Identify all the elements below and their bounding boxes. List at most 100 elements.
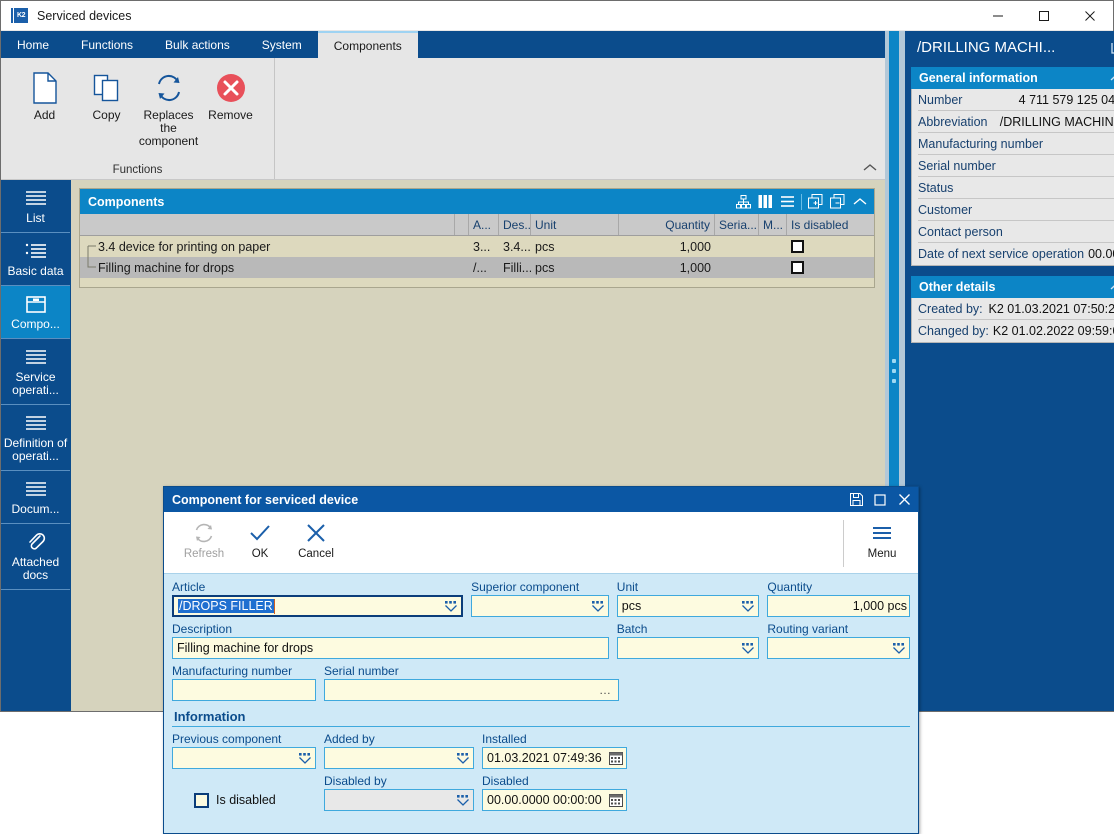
save-icon[interactable] xyxy=(844,488,868,511)
previous-component-field-group: Previous component xyxy=(172,732,316,769)
general-information-header[interactable]: General information xyxy=(911,67,1114,89)
ribbon-tab-home[interactable]: Home xyxy=(1,31,65,58)
grid-col-manufacturing[interactable]: M... xyxy=(759,214,787,235)
nav-item-components[interactable]: Compo... xyxy=(1,286,70,339)
other-details-header[interactable]: Other details xyxy=(911,276,1114,298)
grid-cell-is-disabled[interactable] xyxy=(787,257,857,278)
grid-col-serial[interactable]: Seria... xyxy=(715,214,759,235)
routing-variant-input[interactable] xyxy=(767,637,910,659)
main-region: Home Functions Bulk actions System Compo… xyxy=(1,31,885,711)
grid-col-spacer[interactable] xyxy=(455,214,469,235)
refresh-button-label: Refresh xyxy=(184,548,224,560)
expand-all-icon[interactable] xyxy=(805,191,826,212)
table-row[interactable]: 3.4 device for printing on paper 3... 3.… xyxy=(80,236,874,257)
nav-item-list[interactable]: List xyxy=(1,180,70,233)
grid-col-article[interactable]: A... xyxy=(469,214,499,235)
chevron-down-icon[interactable] xyxy=(443,598,459,614)
tree-branch-icon[interactable] xyxy=(84,236,98,257)
copy-button[interactable]: Copy xyxy=(76,64,138,122)
add-button[interactable]: Add xyxy=(14,64,76,122)
quantity-input[interactable]: 1,000 pcs xyxy=(767,595,910,617)
remove-icon xyxy=(215,70,247,106)
grid-col-is-disabled[interactable]: Is disabled xyxy=(787,214,857,235)
is-disabled-checkbox[interactable] xyxy=(791,240,804,253)
app-logo-text: K2 xyxy=(14,8,28,23)
close-button[interactable] xyxy=(1067,1,1113,31)
list-item: Contact person xyxy=(918,221,1114,243)
disabled-input[interactable]: 00.00.0000 00:00:00 xyxy=(482,789,627,811)
hierarchy-icon[interactable] xyxy=(733,191,754,212)
list-item: Customer xyxy=(918,199,1114,221)
disabled-label: Disabled xyxy=(482,774,627,788)
unit-input[interactable]: pcs xyxy=(617,595,760,617)
nav-item-definition-of-operations[interactable]: Definition of operati... xyxy=(1,405,70,471)
grid-col-description[interactable]: Des... xyxy=(499,214,531,235)
grid-cell-serial xyxy=(715,236,759,257)
chevron-down-icon[interactable] xyxy=(740,640,756,656)
nav-item-service-operations[interactable]: Service operati... xyxy=(1,339,70,405)
chevron-down-icon[interactable] xyxy=(455,792,471,808)
chevron-down-icon[interactable] xyxy=(740,598,756,614)
disabled-value: 00.00.0000 00:00:00 xyxy=(487,793,608,807)
remove-button[interactable]: Remove xyxy=(200,64,262,122)
ok-button[interactable]: OK xyxy=(232,514,288,573)
details-panel-title: /DRILLING MACHI... xyxy=(917,39,1111,56)
chevron-down-icon[interactable] xyxy=(891,640,907,656)
nav-item-basic-data[interactable]: Basic data xyxy=(1,233,70,286)
chevron-down-icon[interactable] xyxy=(590,598,606,614)
minimize-button[interactable] xyxy=(975,1,1021,31)
description-input[interactable]: Filling machine for drops xyxy=(172,637,609,659)
field-key: Serial number xyxy=(918,159,996,173)
grid-cell-article: 3... xyxy=(469,236,499,257)
ribbon-tab-bulk-actions[interactable]: Bulk actions xyxy=(149,31,246,58)
superior-component-input[interactable] xyxy=(471,595,609,617)
list-item: Created by:K2 01.03.2021 07:50:29 xyxy=(918,298,1114,320)
chevron-down-icon[interactable] xyxy=(455,750,471,766)
refresh-button[interactable]: Refresh xyxy=(176,514,232,573)
maximize-icon[interactable] xyxy=(868,488,892,511)
manufacturing-number-input[interactable] xyxy=(172,679,316,701)
nav-item-documents[interactable]: Docum... xyxy=(1,471,70,524)
dialog-row-4: Previous component xyxy=(172,732,910,769)
chevron-up-icon[interactable] xyxy=(1109,71,1114,85)
maximize-button[interactable] xyxy=(1021,1,1067,31)
chevron-up-icon[interactable] xyxy=(1109,280,1114,294)
ribbon-tab-system[interactable]: System xyxy=(246,31,318,58)
dialog-title: Component for serviced device xyxy=(172,493,844,507)
close-icon[interactable] xyxy=(892,488,916,511)
nav-item-attached-docs[interactable]: Attached docs xyxy=(1,524,70,590)
ribbon-collapse-icon[interactable] xyxy=(863,163,877,175)
is-disabled-checkbox[interactable] xyxy=(194,793,209,808)
chevron-down-icon[interactable] xyxy=(297,750,313,766)
article-input[interactable]: /DROPS FILLER xyxy=(172,595,463,617)
is-disabled-checkbox-row[interactable]: Is disabled xyxy=(172,789,276,811)
is-disabled-checkbox[interactable] xyxy=(791,261,804,274)
browse-ellipsis-button[interactable]: … xyxy=(599,683,616,697)
disabled-by-input[interactable] xyxy=(324,789,474,811)
collapse-all-icon[interactable] xyxy=(827,191,848,212)
calendar-icon[interactable] xyxy=(608,750,624,766)
installed-input[interactable]: 01.03.2021 07:49:36 xyxy=(482,747,627,769)
rows-icon[interactable] xyxy=(777,191,798,212)
previous-component-input[interactable] xyxy=(172,747,316,769)
information-section-rule xyxy=(172,726,910,727)
ribbon-tab-components[interactable]: Components xyxy=(318,31,418,58)
grid-cell-is-disabled[interactable] xyxy=(787,236,857,257)
serial-number-input[interactable]: … xyxy=(324,679,619,701)
replace-component-button[interactable]: Replaces the component xyxy=(138,64,200,148)
added-by-input[interactable] xyxy=(324,747,474,769)
grid-col-unit[interactable]: Unit xyxy=(531,214,619,235)
added-by-field-group: Added by xyxy=(324,732,474,769)
columns-icon[interactable] xyxy=(755,191,776,212)
ribbon-tab-functions[interactable]: Functions xyxy=(65,31,149,58)
calendar-icon[interactable] xyxy=(608,792,624,808)
tree-branch-icon[interactable] xyxy=(84,257,98,278)
menu-button[interactable]: Menu xyxy=(854,514,910,573)
batch-input[interactable] xyxy=(617,637,760,659)
chevron-up-icon[interactable] xyxy=(849,191,870,212)
cancel-button[interactable]: Cancel xyxy=(288,514,344,573)
grid-col-name[interactable] xyxy=(80,214,455,235)
table-row[interactable]: Filling machine for drops /... Filli... … xyxy=(80,257,874,278)
is-disabled-group: Is disabled xyxy=(172,774,316,811)
grid-col-quantity[interactable]: Quantity xyxy=(619,214,715,235)
